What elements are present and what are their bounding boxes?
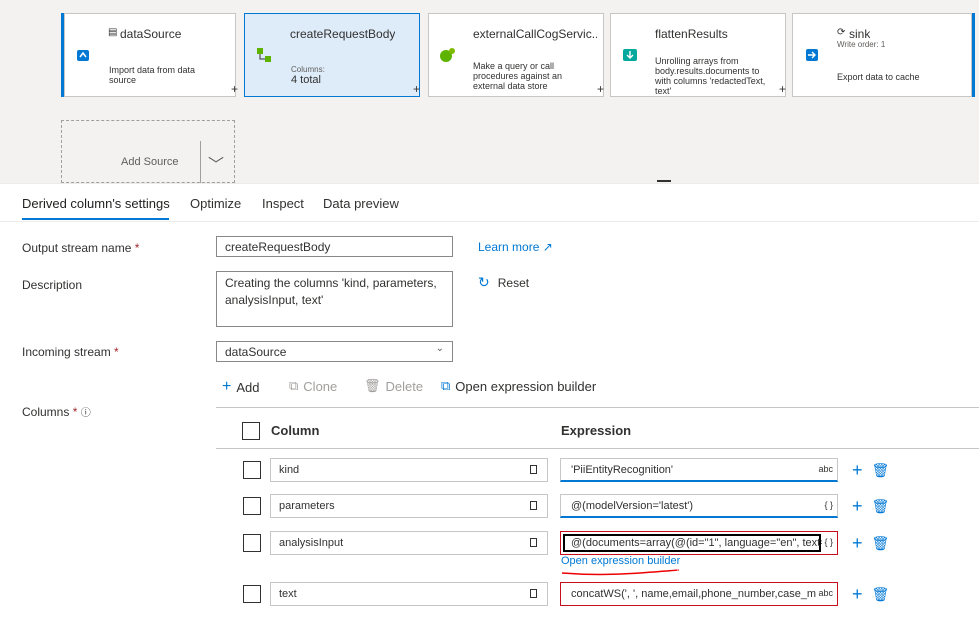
columns-label: Columns * ⓘ xyxy=(22,405,91,419)
expression-input[interactable]: @(modelVersion='latest'){ } xyxy=(560,494,838,518)
incoming-stream-select[interactable]: dataSource ⌄ xyxy=(216,341,453,362)
tab-data-preview[interactable]: Data preview xyxy=(323,196,399,211)
flatten-icon xyxy=(611,14,649,96)
description-label: Description xyxy=(22,278,83,292)
add-transform-plus[interactable]: + xyxy=(597,82,604,96)
node-description: Make a query or call procedures against … xyxy=(473,61,563,91)
clone-button[interactable]: ⧉ Clone xyxy=(289,378,337,394)
node-description: Unrolling arrays from body.results.docum… xyxy=(655,56,766,96)
dataflow-canvas[interactable]: ▤ dataSource Import data from data sourc… xyxy=(0,0,979,183)
expression-input[interactable]: concatWS(', ', name,email,phone_number,c… xyxy=(560,582,838,606)
settings-tabs: Derived column's settings Optimize Inspe… xyxy=(0,183,979,221)
node-title: externalCallCogServic... xyxy=(473,27,597,41)
description-textarea[interactable]: Creating the columns 'kind, parameters, … xyxy=(216,271,453,327)
plus-icon: + xyxy=(222,378,232,395)
node-datasource[interactable]: ▤ dataSource Import data from data sourc… xyxy=(64,13,238,97)
trash-icon[interactable]: 🗑 xyxy=(872,462,890,479)
row-checkbox[interactable] xyxy=(243,534,261,552)
open-expression-builder-button[interactable]: ⧉ Open expression builder xyxy=(441,378,596,394)
external-link-icon: ↗ xyxy=(542,240,553,254)
select-all-checkbox[interactable] xyxy=(242,422,260,440)
reset-icon: ↻ xyxy=(478,274,490,290)
expression-input[interactable]: 'PiiEntityRecognition' abc xyxy=(560,458,838,482)
write-order: Write order: 1 xyxy=(837,40,886,49)
tab-derived-settings[interactable]: Derived column's settings xyxy=(22,196,170,211)
grid-top-divider xyxy=(216,407,979,408)
node-createrequestbody[interactable]: createRequestBody Columns: 4 total + xyxy=(244,13,420,97)
node-title: dataSource xyxy=(120,27,182,41)
row-actions: + 🗑 xyxy=(852,460,889,481)
node-sink[interactable]: ⟳ sink Write order: 1 Export data to cac… xyxy=(792,13,972,97)
tab-inspect[interactable]: Inspect xyxy=(262,196,304,211)
column-name-input[interactable]: kind xyxy=(270,458,548,482)
plus-icon[interactable]: + xyxy=(852,584,863,605)
trash-icon[interactable]: 🗑 xyxy=(872,586,890,603)
plus-icon[interactable]: + xyxy=(852,496,863,517)
chevron-down-icon: ⌄ xyxy=(435,343,444,354)
node-flattenresults[interactable]: flattenResults Unrolling arrays from bod… xyxy=(610,13,786,97)
row-checkbox[interactable] xyxy=(243,585,261,603)
add-transform-plus[interactable]: + xyxy=(231,82,238,96)
add-transform-plus[interactable]: + xyxy=(779,82,786,96)
node-sub-value: 4 total xyxy=(291,74,321,86)
plus-icon[interactable]: + xyxy=(852,533,863,554)
derived-column-icon xyxy=(245,14,283,96)
column-name-input[interactable]: text xyxy=(270,582,548,606)
resize-handle[interactable] xyxy=(657,180,671,182)
plus-icon[interactable]: + xyxy=(852,460,863,481)
tab-optimize[interactable]: Optimize xyxy=(190,196,241,211)
trash-icon: 🗑 xyxy=(364,378,381,393)
reset-button[interactable]: ↻ Reset xyxy=(478,274,529,291)
row-checkbox[interactable] xyxy=(243,497,261,515)
output-stream-label: Output stream name * xyxy=(22,241,140,255)
row-actions: + 🗑 xyxy=(852,584,889,605)
node-title: createRequestBody xyxy=(290,27,396,41)
node-title: sink xyxy=(849,27,871,41)
add-source-placeholder[interactable]: Add Source ﹀ xyxy=(61,120,235,183)
node-sub-label: Columns: xyxy=(291,65,325,74)
add-source-label: Add Source xyxy=(121,156,179,168)
expression-header: Expression xyxy=(561,423,632,438)
trash-icon[interactable]: 🗑 xyxy=(872,535,890,552)
open-expression-builder-link[interactable]: Open expression builder xyxy=(561,555,680,567)
node-title: flattenResults xyxy=(655,27,728,41)
canvas-right-edge xyxy=(972,13,975,97)
incoming-stream-label: Incoming stream * xyxy=(22,345,119,359)
row-actions: + 🗑 xyxy=(852,533,889,554)
output-stream-input[interactable]: createRequestBody xyxy=(216,236,453,257)
info-icon: ⓘ xyxy=(80,408,91,419)
table-icon: ▤ xyxy=(108,27,118,38)
column-header: Column xyxy=(271,423,320,438)
external-call-icon xyxy=(429,14,467,96)
external-link-icon: ⧉ xyxy=(441,378,451,393)
row-checkbox[interactable] xyxy=(243,461,261,479)
add-column-button[interactable]: + Add xyxy=(222,378,259,396)
column-name-input[interactable]: parameters xyxy=(270,494,548,518)
trash-icon[interactable]: 🗑 xyxy=(872,498,890,515)
learn-more-link[interactable]: Learn more ↗ xyxy=(478,240,553,254)
node-description: Export data to cache xyxy=(837,72,920,82)
delete-button[interactable]: 🗑 Delete xyxy=(364,378,423,394)
column-name-input[interactable]: analysisInput xyxy=(270,531,548,555)
red-underline-annotation xyxy=(561,569,679,576)
source-icon xyxy=(65,14,101,96)
chevron-down-icon[interactable]: ﹀ xyxy=(208,151,224,175)
add-transform-plus[interactable]: + xyxy=(413,82,420,96)
expression-input-focused[interactable]: @(documents=array(@(id="1", language="en… xyxy=(560,531,838,555)
active-tab-indicator xyxy=(22,218,169,220)
node-description: Import data from data source xyxy=(109,65,196,85)
add-source-divider xyxy=(200,141,201,183)
sink-link-icon: ⟳ xyxy=(837,27,846,38)
row-actions: + 🗑 xyxy=(852,496,889,517)
sink-icon xyxy=(793,14,831,96)
tabs-divider xyxy=(0,221,979,222)
node-externalcall[interactable]: externalCallCogServic... Make a query or… xyxy=(428,13,604,97)
grid-header-divider xyxy=(216,448,979,449)
clone-icon: ⧉ xyxy=(289,378,299,393)
